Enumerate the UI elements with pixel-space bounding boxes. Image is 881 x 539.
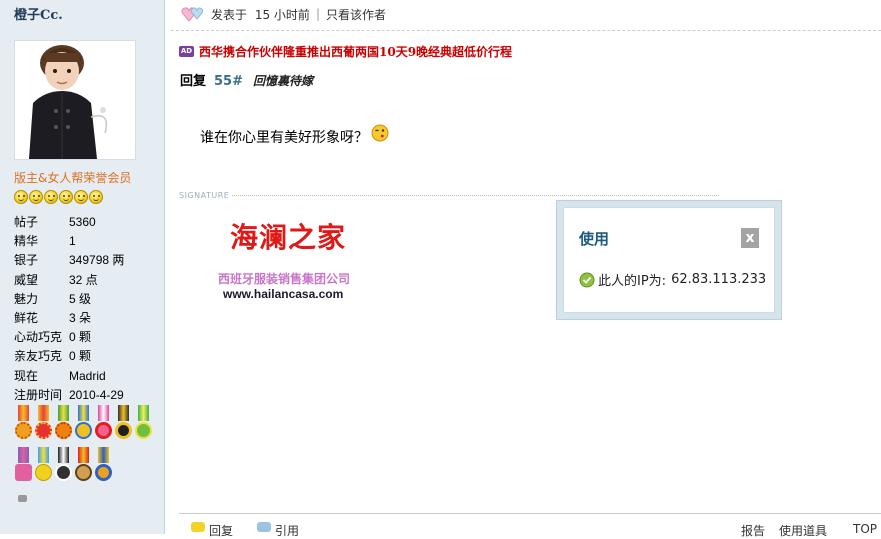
ip-popup: 使用 x 此人的IP为: 62.83.113.233 <box>556 200 782 320</box>
medal-icon[interactable] <box>94 447 113 483</box>
meta-divider <box>171 30 881 31</box>
medal-icon[interactable] <box>54 405 73 441</box>
user-stats: 帖子 5360 精华 1 银子 349798 两 威望 32 点 魅力 5 级 鲜花 3 朵… <box>14 213 164 405</box>
reply-icon <box>191 522 205 532</box>
stat-value: 0 颗 <box>69 349 92 364</box>
stat-label: 现在 <box>14 368 39 383</box>
medal-icon[interactable] <box>94 405 113 441</box>
ad-banner[interactable]: AD 西华携合作伙伴隆重推出西葡两国10天9晚经典超低价行程 <box>179 43 512 60</box>
medal-icon[interactable] <box>14 447 33 483</box>
signature-logo-title: 海澜之家 <box>230 221 347 254</box>
stat-value: 32 点 <box>69 272 98 287</box>
ip-label: 此人的IP为: <box>598 274 667 289</box>
post-meta: 发表于 15 小时前 | 只看该作者 <box>181 4 386 24</box>
check-icon <box>579 272 595 287</box>
medal-icon[interactable] <box>34 447 53 483</box>
floor-number-link[interactable]: 55# <box>214 74 243 89</box>
reply-to-user[interactable]: 回憶裏待嫁 <box>253 72 313 89</box>
posted-label: 发表于 <box>211 7 248 22</box>
ad-link[interactable]: 西华携合作伙伴隆重推出西葡两国10天9晚经典超低价行程 <box>199 43 512 60</box>
stat-label: 帖子 <box>14 215 39 229</box>
post-text: 谁在你心里有美好形象呀？ <box>200 130 368 146</box>
stat-value: Madrid <box>69 368 106 383</box>
signature-dots <box>232 195 719 196</box>
reply-header: 回复 55# 回憶裏待嫁 <box>180 70 313 89</box>
stat-label: 心动巧克 <box>14 330 63 345</box>
reply-action[interactable]: 回复 <box>191 522 233 539</box>
posted-time: 15 小时前 <box>254 7 310 22</box>
stat-row: 威望 32 点 <box>14 271 164 290</box>
stat-row: 银子 349798 两 <box>14 251 164 270</box>
post-content: 谁在你心里有美好形象呀？ <box>200 124 389 147</box>
medal-icon[interactable] <box>74 447 93 483</box>
author-only-link[interactable]: 只看该作者 <box>326 6 386 23</box>
quote-button[interactable]: 引用 <box>275 524 299 538</box>
signature-label: SIGNATURE <box>179 191 230 200</box>
stat-row: 注册时间 2010-4-29 <box>14 386 164 405</box>
medal-collection <box>14 405 159 489</box>
ip-info: 此人的IP为: 62.83.113.233 <box>579 270 766 289</box>
stat-row: 魅力 5 级 <box>14 290 164 309</box>
smiley-star-icon <box>74 190 88 204</box>
medal-icon[interactable] <box>54 447 73 483</box>
stat-label: 注册时间 <box>14 387 63 402</box>
online-status-icon <box>18 495 27 502</box>
stat-value: 1 <box>69 234 76 249</box>
report-button[interactable]: 报告 <box>741 522 765 539</box>
stat-label: 鲜花 <box>14 310 39 325</box>
stat-row: 现在 Madrid <box>14 367 164 386</box>
bottom-divider <box>179 513 881 514</box>
ip-popup-panel: 使用 x 此人的IP为: 62.83.113.233 <box>563 207 775 313</box>
ip-value: 62.83.113.233 <box>671 272 767 287</box>
medal-icon[interactable] <box>34 405 53 441</box>
popup-title: 使用 <box>579 230 610 248</box>
signature-logo-subtitle: 西班牙服装销售集团公司 <box>218 272 351 286</box>
smiley-star-icon <box>59 190 73 204</box>
reply-button[interactable]: 回复 <box>209 524 233 538</box>
signature-divider: SIGNATURE <box>179 191 719 200</box>
medal-icon[interactable] <box>74 405 93 441</box>
medal-icon[interactable] <box>134 405 153 441</box>
signature-url: www.hailancasa.com <box>223 287 344 301</box>
stat-label: 精华 <box>14 234 39 249</box>
post-body: 发表于 15 小时前 | 只看该作者 AD 西华携合作伙伴隆重推出西葡两国10天… <box>165 0 881 538</box>
hearts-icon <box>181 7 204 22</box>
stat-row: 心动巧克 0 颗 <box>14 328 164 347</box>
close-button[interactable]: x <box>741 228 759 248</box>
smiley-star-icon <box>89 190 103 204</box>
smiley-star-icon <box>29 190 43 204</box>
medal-icon[interactable] <box>14 405 33 441</box>
kiss-smiley-icon <box>371 124 389 142</box>
stat-value: 5 级 <box>69 291 92 306</box>
stat-label: 魅力 <box>14 291 39 306</box>
avatar[interactable] <box>14 40 136 160</box>
stat-label: 亲友巧克 <box>14 349 63 364</box>
quote-action[interactable]: 引用 <box>257 522 299 539</box>
stat-row: 亲友巧克 0 颗 <box>14 347 164 366</box>
stat-row: 精华 1 <box>14 232 164 251</box>
stat-value: 3 朵 <box>69 310 92 325</box>
stat-label: 威望 <box>14 272 39 287</box>
medal-icon[interactable] <box>114 405 133 441</box>
smiley-star-icon <box>44 190 58 204</box>
stat-row: 帖子 5360 <box>14 213 164 232</box>
reply-label: 回复 <box>180 74 207 89</box>
quote-icon <box>257 522 271 532</box>
user-info-sidebar: 橙子Cc. 版主&女人帮荣誉会员 帖子 5360 精华 1 银子 349798 … <box>0 0 165 534</box>
stat-value: 5360 <box>69 215 96 229</box>
rank-title: 版主&女人帮荣誉会员 <box>14 171 132 185</box>
stat-value: 0 颗 <box>69 330 92 345</box>
meta-separator: | <box>315 7 320 21</box>
smiley-star-icon <box>14 190 28 204</box>
stat-value: 349798 两 <box>69 253 125 268</box>
ad-icon: AD <box>179 46 194 57</box>
rank-stars <box>14 190 103 204</box>
stat-label: 银子 <box>14 253 39 268</box>
username-link[interactable]: 橙子Cc. <box>14 4 63 23</box>
stat-row: 鲜花 3 朵 <box>14 309 164 328</box>
use-item-button[interactable]: 使用道具 <box>779 522 827 539</box>
stat-value: 2010-4-29 <box>69 387 124 402</box>
